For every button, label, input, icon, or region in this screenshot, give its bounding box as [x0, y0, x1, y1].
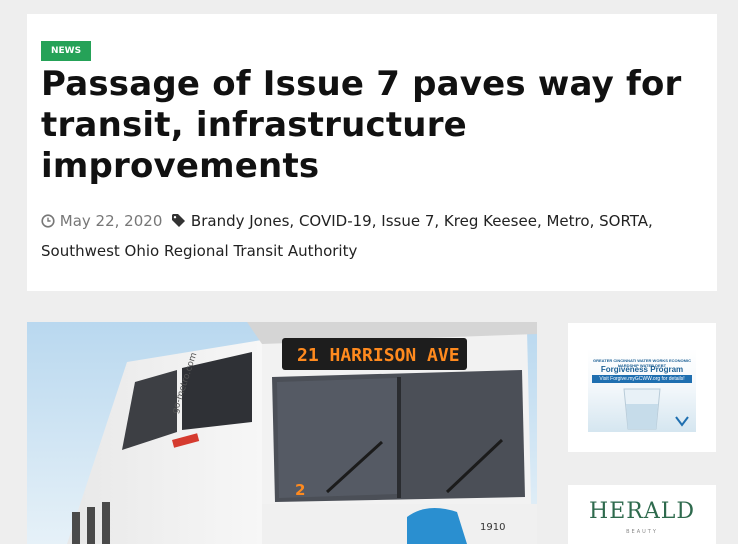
- tag-link-sorta-full[interactable]: Southwest Ohio Regional Transit Authorit…: [41, 242, 357, 260]
- herald-sub: BEAUTY: [626, 529, 658, 535]
- tag-icon: [171, 209, 186, 237]
- article-title: Passage of Issue 7 paves way for transit…: [41, 64, 682, 186]
- category-badge[interactable]: NEWS: [41, 41, 92, 61]
- post-date[interactable]: May 22, 2020: [60, 212, 163, 230]
- tag-link-metro[interactable]: Metro: [546, 212, 589, 230]
- sidebar-ad-herald-beauty[interactable]: HERALD BEAUTY: [568, 485, 716, 544]
- article-meta: May 22, 2020 Brandy Jones, COVID-19, Iss…: [41, 207, 703, 265]
- tag-link-brandy-jones[interactable]: Brandy Jones: [191, 212, 289, 230]
- water-glass-icon: [623, 388, 689, 430]
- route-number: 2: [295, 481, 305, 499]
- bus-number: 1910: [480, 522, 505, 533]
- ad-water-forgiveness-banner[interactable]: GREATER CINCINNATI WATER WORKS ECONOMIC …: [588, 349, 696, 432]
- tag-link-kreg-keesee[interactable]: Kreg Keesee: [444, 212, 537, 230]
- tag-link-covid-19[interactable]: COVID-19: [299, 212, 372, 230]
- tag-link-sorta[interactable]: SORTA: [599, 212, 648, 230]
- article-header: NEWS Passage of Issue 7 paves way for tr…: [27, 14, 717, 291]
- featured-image-bus[interactable]: 21 HARRISON AVE go-metro.com 2 1910: [27, 322, 537, 544]
- tag-link-issue-7[interactable]: Issue 7: [381, 212, 434, 230]
- sidebar-ad-water-forgiveness[interactable]: GREATER CINCINNATI WATER WORKS ECONOMIC …: [568, 323, 716, 452]
- clock-icon: [41, 209, 55, 237]
- route-sign: 21 HARRISON AVE: [297, 345, 460, 366]
- herald-logo: HERALD: [589, 499, 695, 524]
